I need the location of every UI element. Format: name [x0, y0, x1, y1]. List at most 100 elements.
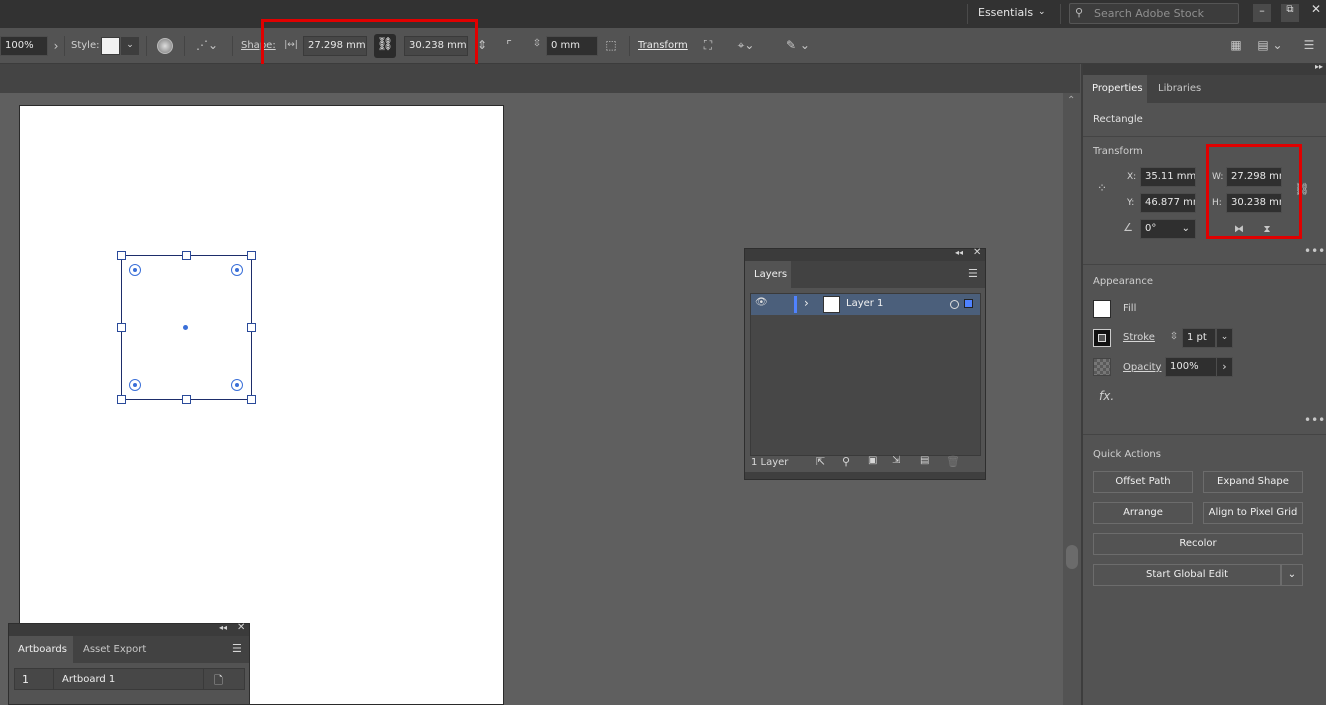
- fill-swatch[interactable]: [1093, 300, 1111, 318]
- rotation-field[interactable]: 0° ⌄: [1140, 219, 1196, 239]
- corner-widget-bottom-left[interactable]: [129, 379, 141, 391]
- close-icon[interactable]: ✕: [973, 247, 981, 258]
- tab-libraries[interactable]: Libraries: [1158, 75, 1218, 103]
- reference-point-icon[interactable]: ⁘: [1092, 181, 1112, 195]
- panel-resize-grip[interactable]: [745, 472, 985, 479]
- tab-artboards[interactable]: Artboards: [9, 636, 73, 663]
- close-window-button[interactable]: ✕: [1307, 2, 1325, 20]
- target-circle-icon[interactable]: [950, 300, 959, 309]
- stroke-swatch[interactable]: [1093, 329, 1111, 347]
- style-swatch[interactable]: [101, 37, 120, 55]
- align-pixel-grid-button[interactable]: Align to Pixel Grid: [1203, 502, 1303, 524]
- collapse-icon[interactable]: ◂◂: [219, 623, 227, 632]
- layer-color-bar: [794, 296, 797, 313]
- global-edit-dropdown[interactable]: ⌄: [1281, 564, 1303, 586]
- selection-square-icon[interactable]: [964, 299, 973, 308]
- offset-path-button[interactable]: Offset Path: [1093, 471, 1193, 493]
- handle-bottom-left[interactable]: [117, 395, 126, 404]
- transform-title: Transform: [1093, 146, 1143, 157]
- divider: [64, 36, 65, 56]
- bounding-box-icon[interactable]: ⬚: [603, 38, 619, 52]
- opacity-label[interactable]: Opacity: [1123, 362, 1161, 373]
- corner-type-icon[interactable]: ⌜: [501, 38, 517, 52]
- handle-middle-left[interactable]: [117, 323, 126, 332]
- eye-icon[interactable]: 👁: [755, 297, 768, 308]
- search-icon[interactable]: ⚲: [842, 455, 850, 468]
- pen-options-icon[interactable]: ✎ ⌄: [778, 38, 818, 52]
- y-field[interactable]: 46.877 mm: [1140, 193, 1196, 213]
- transform-link[interactable]: Transform: [638, 40, 688, 51]
- new-layer-icon[interactable]: ▤: [920, 455, 929, 466]
- chevron-right-icon[interactable]: ›: [50, 39, 62, 53]
- artboards-panel-header[interactable]: ◂◂ ✕: [9, 622, 249, 636]
- export-icon[interactable]: ⇱: [816, 455, 825, 468]
- expand-shape-button[interactable]: Expand Shape: [1203, 471, 1303, 493]
- layer-row[interactable]: 👁 › Layer 1: [751, 294, 980, 315]
- style-label: Style:: [71, 40, 100, 51]
- more-options-icon[interactable]: •••: [1304, 413, 1325, 427]
- stepper-icon[interactable]: ⇳: [1168, 330, 1180, 344]
- fx-button[interactable]: fx.: [1099, 389, 1114, 403]
- tab-properties[interactable]: Properties: [1083, 75, 1147, 103]
- artboard-name[interactable]: Artboard 1: [62, 674, 115, 685]
- layers-panel-header[interactable]: ◂◂ ✕: [745, 247, 985, 261]
- handle-top-left[interactable]: [117, 251, 126, 260]
- arrange-documents-icon[interactable]: ▦: [1230, 38, 1242, 52]
- recolor-icon[interactable]: [157, 38, 173, 54]
- fill-label[interactable]: Fill: [1123, 303, 1136, 314]
- trash-icon[interactable]: 🗑: [946, 455, 960, 468]
- x-field[interactable]: 35.11 mm: [1140, 167, 1196, 187]
- clipping-mask-icon[interactable]: ▣: [868, 455, 877, 466]
- new-sublayer-icon[interactable]: ⇲: [892, 455, 900, 466]
- handle-top-right[interactable]: [247, 251, 256, 260]
- workspace-switcher[interactable]: Essentials ⌄: [978, 6, 1052, 22]
- corner-radius-field[interactable]: 0 mm: [546, 36, 598, 56]
- stock-search-box[interactable]: ⚲ Search Adobe Stock: [1069, 3, 1239, 24]
- select-similar-icon[interactable]: ⌖⌄: [730, 38, 762, 52]
- close-icon[interactable]: ✕: [237, 622, 245, 633]
- recolor-button[interactable]: Recolor: [1093, 533, 1303, 555]
- menu-icon[interactable]: ☰: [1302, 38, 1316, 52]
- restore-button[interactable]: ⧉: [1281, 4, 1299, 22]
- scroll-up-icon[interactable]: ⌃: [1067, 95, 1075, 106]
- start-global-edit-button[interactable]: Start Global Edit: [1093, 564, 1281, 586]
- layers-tab[interactable]: Layers: [745, 261, 791, 288]
- minimize-button[interactable]: –: [1253, 4, 1271, 22]
- workspace-label: Essentials: [978, 6, 1034, 19]
- handle-bottom-center[interactable]: [182, 395, 191, 404]
- stroke-dropdown[interactable]: ⌄: [1216, 328, 1233, 348]
- corner-widget-top-left[interactable]: [129, 264, 141, 276]
- isolate-icon[interactable]: ⛶: [699, 38, 717, 52]
- handle-bottom-right[interactable]: [247, 395, 256, 404]
- chevron-right-icon[interactable]: ›: [804, 296, 809, 310]
- handle-middle-right[interactable]: [247, 323, 256, 332]
- artboard-options-icon[interactable]: 🗋: [214, 672, 223, 691]
- arrange-button[interactable]: Arrange: [1093, 502, 1193, 524]
- highlight-box: [1206, 144, 1302, 239]
- expand-icon[interactable]: ▸▸: [1315, 62, 1323, 71]
- menu-icon[interactable]: ☰: [232, 642, 242, 655]
- more-options-icon[interactable]: •••: [1304, 244, 1325, 258]
- menu-icon[interactable]: ☰: [968, 267, 978, 280]
- zoom-field[interactable]: 100%: [0, 36, 48, 56]
- style-dropdown[interactable]: ⌄: [121, 37, 139, 55]
- tab-asset-export[interactable]: Asset Export: [83, 636, 163, 663]
- stepper-icon[interactable]: ⇳: [531, 37, 543, 51]
- stroke-label[interactable]: Stroke: [1123, 332, 1155, 343]
- layer-name[interactable]: Layer 1: [846, 298, 883, 309]
- align-grid-icon[interactable]: ⋰⌄: [196, 38, 218, 52]
- vertical-scrollbar[interactable]: ⌃: [1063, 93, 1080, 705]
- divider: [232, 36, 233, 56]
- stock-search-input[interactable]: Search Adobe Stock: [1094, 7, 1204, 20]
- artboard-row[interactable]: 1 Artboard 1 🗋: [14, 668, 245, 690]
- scrollbar-thumb[interactable]: [1066, 545, 1078, 569]
- stroke-weight-field[interactable]: 1 pt: [1182, 328, 1216, 348]
- handle-top-center[interactable]: [182, 251, 191, 260]
- corner-widget-bottom-right[interactable]: [231, 379, 243, 391]
- artboard[interactable]: [19, 105, 504, 705]
- opacity-field[interactable]: 100%: [1165, 357, 1217, 377]
- corner-widget-top-right[interactable]: [231, 264, 243, 276]
- collapse-icon[interactable]: ◂◂: [955, 248, 963, 257]
- panel-layout-icon[interactable]: ▤ ⌄: [1253, 38, 1287, 52]
- opacity-expand[interactable]: ›: [1216, 357, 1233, 377]
